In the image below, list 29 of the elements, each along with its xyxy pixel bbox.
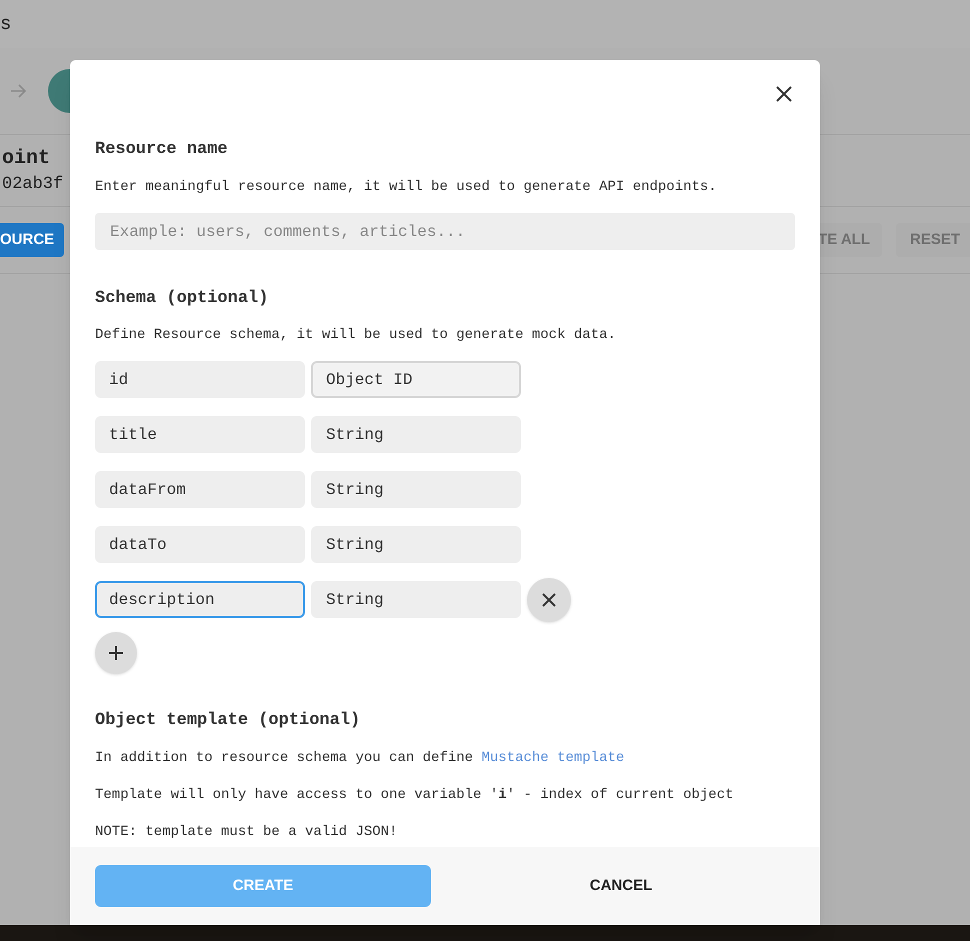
close-icon [776, 86, 792, 102]
endpoint-title: oint [2, 146, 50, 172]
field-type-input[interactable]: String [311, 581, 521, 618]
resource-name-field[interactable]: Example: users, comments, articles... [95, 213, 795, 250]
field-type-input[interactable]: Object ID [311, 361, 521, 398]
template-note: Template will only have access to one variable 'i' - index of current object [95, 786, 735, 805]
field-type-input[interactable]: String [311, 526, 521, 563]
template-note: NOTE: template must be a valid JSON! [95, 823, 398, 842]
section-description: Define Resource schema, it will be used to generate mock data. [95, 326, 617, 345]
field-name-input[interactable]: id [95, 361, 305, 398]
close-icon [542, 592, 556, 606]
section-heading: Resource name [95, 139, 229, 161]
template-intro: In addition to resource schema you can define Mustache template [95, 749, 626, 768]
field-name-input[interactable]: dataFrom [95, 471, 305, 508]
field-name-input[interactable]: description [95, 581, 305, 618]
header-text: s [1, 12, 10, 36]
remove-field-button[interactable] [527, 578, 571, 622]
plus-icon [108, 645, 124, 661]
cancel-button[interactable]: CANCEL [471, 865, 771, 907]
section-description: Enter meaningful resource name, it will be used to generate API endpoints. [95, 178, 718, 197]
field-name-input[interactable]: title [95, 416, 305, 453]
section-heading: Schema (optional) [95, 288, 270, 310]
add-field-button[interactable] [95, 632, 137, 674]
field-name-input[interactable]: dataTo [95, 526, 305, 563]
field-type-input[interactable]: String [311, 471, 521, 508]
primary-button[interactable]: OURCE [0, 223, 64, 257]
field-type-input[interactable]: String [311, 416, 521, 453]
section-heading: Object template (optional) [95, 710, 362, 732]
endpoint-id: 02ab3f [2, 174, 64, 196]
